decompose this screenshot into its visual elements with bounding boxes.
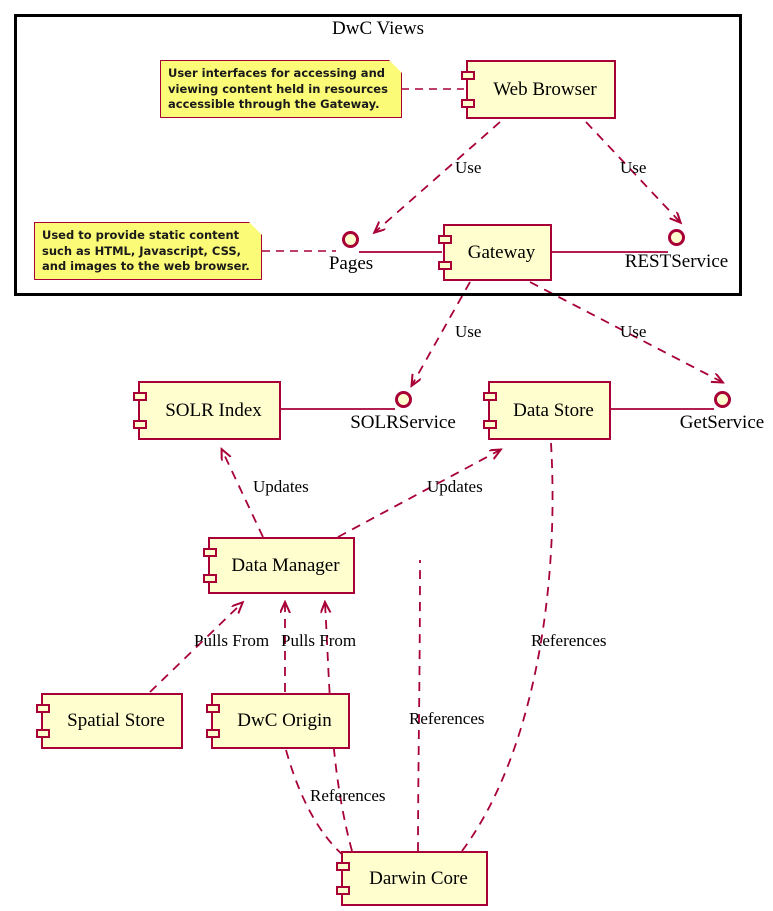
edge-label-use-gateway-solrservice: Use — [455, 322, 482, 341]
component-label: Web Browser — [493, 78, 597, 100]
port-top-icon — [206, 704, 220, 713]
component-label: Gateway — [467, 241, 536, 263]
component-darwin-core[interactable]: Darwin Core — [336, 851, 488, 906]
component-label: DwC Origin — [237, 710, 332, 731]
edge-label-pulls-from-spatial-store: Pulls From — [194, 631, 270, 650]
note-pages: Used to provide static content such as H… — [34, 222, 262, 280]
edge-darwin-core-references-mid — [417, 559, 421, 852]
component-label: SOLR Index — [165, 399, 262, 421]
edge-label-use-browser-restservice: Use — [620, 158, 647, 177]
port-top-icon — [203, 548, 217, 557]
component-dwc-origin[interactable]: DwC Origin — [206, 693, 350, 749]
edge-label-updates-data-store: Updates — [427, 477, 483, 496]
port-top-icon — [483, 392, 497, 401]
interface-label-getservice: GetService — [679, 412, 765, 433]
interface-label-pages: Pages — [328, 253, 374, 274]
note-web-browser-text: User interfaces for accessing and viewin… — [168, 66, 388, 111]
port-bottom-icon — [336, 886, 350, 895]
interface-circle-getservice-icon[interactable] — [714, 391, 731, 408]
interface-label-restservice: RESTService — [624, 251, 729, 272]
component-data-store[interactable]: Data Store — [483, 381, 611, 440]
edge-label-use-gateway-getservice: Use — [620, 322, 647, 341]
port-top-icon — [133, 392, 147, 401]
component-label: Spatial Store — [67, 710, 165, 731]
edge-label-references-data-store: References — [531, 631, 607, 650]
interface-circle-pages-icon[interactable] — [342, 231, 359, 248]
port-top-icon — [336, 862, 350, 871]
edge-label-pulls-from-dwc-origin: Pulls From — [281, 631, 357, 650]
component-label: Darwin Core — [369, 867, 468, 889]
edge-label-updates-solr-index: Updates — [253, 477, 309, 496]
component-gateway[interactable]: Gateway — [438, 224, 552, 281]
port-bottom-icon — [36, 729, 50, 738]
edge-label-references-dwc-origin: References — [310, 786, 386, 805]
package-title: DwC Views — [332, 18, 424, 39]
note-pages-text: Used to provide static content such as H… — [42, 228, 250, 273]
component-data-manager[interactable]: Data Manager — [203, 537, 355, 594]
component-label: Data Store — [513, 399, 594, 421]
edge-label-use-browser-pages: Use — [455, 158, 482, 177]
component-web-browser[interactable]: Web Browser — [461, 60, 616, 119]
port-top-icon — [438, 235, 452, 244]
edge-label-references-data-manager: References — [409, 709, 485, 728]
port-top-icon — [461, 71, 475, 80]
port-bottom-icon — [206, 729, 220, 738]
port-bottom-icon — [438, 261, 452, 270]
note-web-browser: User interfaces for accessing and viewin… — [160, 60, 402, 118]
interface-circle-solrservice-icon[interactable] — [395, 391, 412, 408]
interface-circle-restservice-icon[interactable] — [668, 229, 685, 246]
component-diagram-canvas: DwC Views User interfaces for accessing … — [0, 0, 773, 911]
component-spatial-store[interactable]: Spatial Store — [36, 693, 183, 749]
component-solr-index[interactable]: SOLR Index — [133, 381, 281, 440]
port-bottom-icon — [133, 420, 147, 429]
interface-label-solrservice: SOLRService — [350, 412, 456, 433]
component-label: Data Manager — [231, 554, 340, 576]
port-top-icon — [36, 704, 50, 713]
port-bottom-icon — [483, 420, 497, 429]
port-bottom-icon — [461, 99, 475, 108]
port-bottom-icon — [203, 574, 217, 583]
